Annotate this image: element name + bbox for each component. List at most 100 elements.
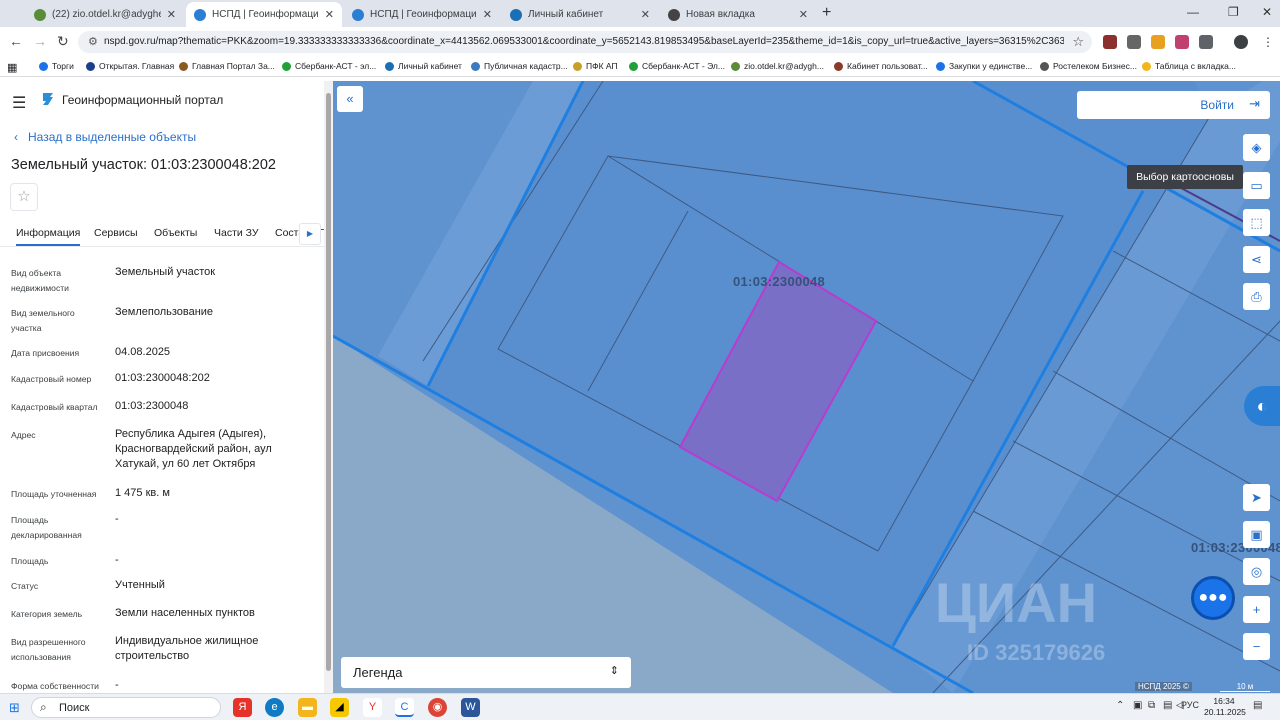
close-tab-icon[interactable]: ✕ [325,8,334,21]
extensions-puzzle-icon[interactable] [1199,35,1213,49]
forward-arrow-icon[interactable]: → [33,33,47,49]
bookmark-item[interactable]: Закупки у единстве... [936,61,1032,71]
bookmark-item[interactable]: ПФК АП [573,61,618,71]
extension-2-icon[interactable] [1127,35,1141,49]
tray-app-icon[interactable]: ▣ [1133,700,1142,711]
network-icon[interactable]: ▤ [1163,700,1172,711]
star-icon: ☆ [17,188,31,205]
apps-grid-icon[interactable]: ▦ [7,61,17,74]
bookmark-item[interactable]: Сбербанк-АСТ - Эл... [629,61,725,71]
file-explorer-icon[interactable]: ▬ [298,698,317,717]
browser-tab-new[interactable]: Новая вкладка ✕ [660,2,816,27]
word-app-icon[interactable]: W [461,698,480,717]
menu-hamburger-icon[interactable]: ☰ [12,93,26,113]
tab-title: (22) zio.otdel.kr@adyghe ya.gov [52,9,161,20]
taskbar-search[interactable]: ⌕ Поиск [31,697,221,718]
minimap-button[interactable]: ▣ [1243,521,1270,548]
measure-button[interactable]: ▭ [1243,172,1270,199]
legend-dropdown[interactable]: Легенда ⇕ [341,657,631,688]
extension-3-icon[interactable] [1151,35,1165,49]
edge-app-icon[interactable]: e [265,698,284,717]
bookmark-item[interactable]: Личный кабинет [385,61,462,71]
taskbar-clock[interactable]: 16:34 20.11.2025 [1204,696,1246,718]
bookmark-item[interactable]: Торги [39,61,74,71]
chat-button[interactable]: ●●● [1191,576,1235,620]
bookmark-item[interactable]: Кабинет пользоват... [834,61,928,71]
browser-tab-nspd[interactable]: НСПД | Геоинформационный ✕ [344,2,500,27]
windows-start-icon[interactable]: ⊞ [9,700,20,716]
close-tab-icon[interactable]: ✕ [799,8,808,21]
back-arrow-icon[interactable]: ← [9,33,23,49]
notifications-icon[interactable]: ▤ [1253,700,1262,711]
bookmark-favicon-icon [1142,61,1151,71]
extension-4-icon[interactable] [1175,35,1189,49]
language-indicator[interactable]: РУС [1181,700,1199,710]
print-button[interactable]: ⎙ [1243,283,1270,310]
tray-app-icon[interactable]: ⧉ [1148,700,1155,711]
bookmark-item[interactable]: zio.otdel.kr@adygh... [731,61,824,71]
address-bar[interactable]: ⚙ nspd.gov.ru/map?thematic=PKK&zoom=19.3… [78,31,1092,53]
yandex-browser-icon[interactable]: Y [363,698,382,717]
bookmark-star-icon[interactable]: ☆ [1072,34,1084,50]
panel-scrollbar-thumb[interactable] [326,93,331,671]
geolocation-button[interactable]: ◎ [1243,558,1270,585]
property-label: Вид земельного участка [11,308,75,333]
browser-app-icon[interactable]: C [395,698,414,717]
reload-icon[interactable]: ↻ [57,33,69,50]
bookmark-favicon-icon [936,61,945,71]
search-placeholder: Поиск [59,702,90,714]
browser-tab-nspd-active[interactable]: НСПД | Геоинформационный ✕ [186,2,342,27]
zoom-out-button[interactable]: − [1243,633,1270,660]
bookmark-item[interactable]: Публичная кадастр... [471,61,568,71]
bookmark-item[interactable]: Главная Портал За... [179,61,275,71]
app-icon[interactable]: ◢ [330,698,349,717]
select-area-button[interactable]: ⬚ [1243,209,1270,236]
zoom-in-button[interactable]: + [1243,596,1270,623]
close-tab-icon[interactable]: ✕ [483,8,492,21]
layers-button[interactable]: ◈ [1243,134,1270,161]
login-button[interactable]: Войти ⇥ [1077,91,1270,119]
new-tab-plus-icon[interactable]: + [822,4,831,22]
tab-parcel-parts[interactable]: Части ЗУ [214,227,259,239]
property-label: Площадь уточненная [11,489,97,499]
bookmark-item[interactable]: Сбербанк-АСТ - эл... [282,61,376,71]
minimize-icon[interactable]: — [1187,5,1199,19]
bookmark-favicon-icon [282,61,291,71]
property-value: - [115,554,119,566]
browser-tab-mail[interactable]: (22) zio.otdel.kr@adyghe ya.gov ✕ [26,2,184,27]
yandex-app-icon[interactable]: Я [233,698,252,717]
bookmark-item[interactable]: Ростелеком Бизнес... [1040,61,1137,71]
collapse-panel-button[interactable]: « [337,86,363,112]
share-button[interactable]: ⋖ [1243,246,1270,273]
tab-services[interactable]: Сервисы [94,227,138,239]
minus-icon: − [1252,639,1261,654]
restore-icon[interactable]: ❐ [1228,5,1239,19]
property-label: Вид разрешенного использования [11,637,86,662]
tabs-scroll-right-button[interactable]: ▶ [299,223,321,245]
close-tab-icon[interactable]: ✕ [641,8,650,21]
extension-1-icon[interactable] [1103,35,1117,49]
close-tab-icon[interactable]: ✕ [167,8,176,21]
bookmark-favicon-icon [385,61,394,71]
favorite-star-button[interactable]: ☆ [10,183,38,211]
locate-button[interactable]: ➤ [1243,484,1270,511]
site-info-icon[interactable]: ⚙ [88,35,98,48]
bookmark-item[interactable]: Открытая. Главная [86,61,174,71]
clock-time: 16:34 [1213,696,1235,706]
chrome-app-icon[interactable]: ◉ [428,698,447,717]
window-close-icon[interactable]: ✕ [1262,5,1272,19]
profile-avatar-icon[interactable] [1234,35,1248,49]
browser-menu-icon[interactable]: ⋮ [1261,35,1275,49]
assistant-button[interactable]: ◐ [1244,386,1280,426]
portal-brand: Геоинформационный портал [62,93,224,107]
back-to-selected-link[interactable]: ‹ Назад в выделенные объекты [14,130,196,144]
printer-icon: ⎙ [1251,289,1262,304]
property-value: Земельный участок [115,266,216,278]
tab-information[interactable]: Информация [16,227,81,246]
browser-tab-cabinet[interactable]: Личный кабинет ✕ [502,2,658,27]
geolocation-icon: ◎ [1250,564,1263,579]
tab-objects[interactable]: Объекты [154,227,197,239]
minimap-icon: ▣ [1250,527,1263,542]
tray-chevron-up-icon[interactable]: ⌃ [1116,700,1124,711]
bookmark-item[interactable]: Таблица с вкладка... [1142,61,1236,71]
